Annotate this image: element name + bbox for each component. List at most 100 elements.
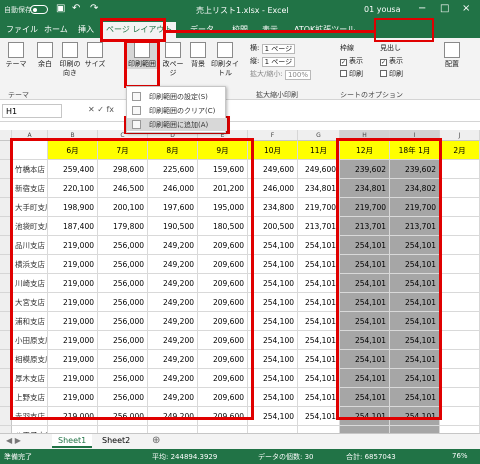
value-cell[interactable]: 254,100 [248,407,298,426]
value-cell[interactable]: 249,200 [148,407,198,426]
select-all-corner[interactable] [0,130,12,141]
value-cell[interactable]: 254,100 [248,293,298,312]
autosave-toggle[interactable] [30,5,48,14]
gridlines-print[interactable]: 印刷 [340,69,363,79]
store-name-cell[interactable]: 横浜支店 [12,255,48,274]
value-cell[interactable]: 256,000 [98,350,148,369]
table-cell[interactable] [12,141,48,160]
month-header[interactable]: 7月 [98,141,148,160]
value-cell[interactable]: 254,101 [298,293,340,312]
value-cell[interactable]: 254,101 [340,350,390,369]
column-header[interactable]: A [12,130,48,141]
value-cell[interactable]: 256,000 [98,369,148,388]
value-cell[interactable]: 219,000 [48,331,98,350]
month-header[interactable]: 10月 [248,141,298,160]
row-header[interactable] [0,198,12,217]
value-cell[interactable]: 220,100 [48,179,98,198]
value-cell[interactable]: 246,000 [248,179,298,198]
value-cell[interactable]: 209,600 [198,407,248,426]
checkbox-icon[interactable]: ✓ [380,59,387,66]
store-name-cell[interactable]: 大手町支店 [12,198,48,217]
value-cell[interactable]: 254,101 [298,369,340,388]
value-cell[interactable]: 254,100 [248,274,298,293]
value-cell[interactable] [440,369,480,388]
store-name-cell[interactable]: 厚木支店 [12,369,48,388]
value-cell[interactable]: 209,600 [198,236,248,255]
month-header[interactable]: 6月 [48,141,98,160]
checkbox-icon[interactable] [340,70,347,77]
value-cell[interactable]: 239,602 [340,160,390,179]
margins-button[interactable]: 余白 [34,42,56,69]
value-cell[interactable]: 249,600 [248,160,298,179]
tab-insert[interactable]: 挿入 [78,24,94,35]
value-cell[interactable] [440,160,480,179]
value-cell[interactable]: 219,000 [48,274,98,293]
value-cell[interactable]: 256,000 [98,236,148,255]
value-cell[interactable]: 187,400 [48,217,98,236]
store-name-cell[interactable]: 上野支店 [12,388,48,407]
row-header[interactable] [0,369,12,388]
value-cell[interactable]: 256,000 [98,274,148,293]
scroll-tabs-icon[interactable]: ◀ ▶ [6,436,21,445]
store-name-cell[interactable]: 新宿支店 [12,179,48,198]
value-cell[interactable]: 249,200 [148,388,198,407]
value-cell[interactable]: 213,701 [390,217,440,236]
row-header[interactable] [0,293,12,312]
value-cell[interactable]: 254,100 [248,331,298,350]
name-box[interactable]: H1 [2,104,62,118]
value-cell[interactable]: 209,600 [198,255,248,274]
value-cell[interactable]: 197,600 [148,198,198,217]
worksheet-grid[interactable]: A B C D E F G H I J 6月 7月 8月 9月 10月 11月 12月 18年 1月 2月 竹橋本店 2… [0,130,480,433]
row-header[interactable] [0,255,12,274]
value-cell[interactable]: 254,100 [248,369,298,388]
value-cell[interactable]: 254,101 [390,388,440,407]
scale-input[interactable]: 100% [284,70,311,80]
value-cell[interactable]: 219,000 [48,369,98,388]
value-cell[interactable]: 254,100 [248,388,298,407]
value-cell[interactable]: 209,600 [198,331,248,350]
value-cell[interactable]: 249,200 [148,274,198,293]
breaks-button[interactable]: 改ページ [160,42,186,78]
value-cell[interactable]: 254,101 [298,312,340,331]
value-cell[interactable] [298,426,340,433]
row-header[interactable] [0,217,12,236]
value-cell[interactable]: 219,000 [48,388,98,407]
menu-item-add-print-area[interactable]: 印刷範囲に追加(A) [127,118,227,131]
value-cell[interactable]: 209,600 [198,312,248,331]
value-cell[interactable]: 249,200 [148,236,198,255]
value-cell[interactable]: 249,200 [148,331,198,350]
value-cell[interactable] [440,312,480,331]
gridlines-view[interactable]: ✓ 表示 [340,56,363,66]
row-header[interactable] [0,331,12,350]
store-name-cell[interactable]: 池袋町支店 [12,217,48,236]
row-header[interactable] [0,426,12,433]
value-cell[interactable]: 254,101 [340,388,390,407]
arrange-button[interactable]: 配置 [440,42,464,69]
headings-view[interactable]: ✓ 表示 [380,56,403,66]
close-icon[interactable]: × [462,3,470,14]
row-header[interactable] [0,179,12,198]
height-select[interactable]: 1 ページ [261,57,296,67]
value-cell[interactable]: 195,000 [198,198,248,217]
width-select[interactable]: 1 ページ [261,44,296,54]
value-cell[interactable]: 254,101 [298,331,340,350]
row-header[interactable] [0,236,12,255]
value-cell[interactable]: 213,701 [298,217,340,236]
value-cell[interactable]: 239,602 [390,160,440,179]
value-cell[interactable]: 256,000 [98,255,148,274]
value-cell[interactable]: 219,000 [48,255,98,274]
value-cell[interactable]: 209,600 [198,274,248,293]
value-cell[interactable]: 254,101 [390,255,440,274]
add-sheet-icon[interactable]: ⊕ [152,435,160,446]
value-cell[interactable]: 159,600 [198,160,248,179]
value-cell[interactable]: 254,101 [390,236,440,255]
column-header[interactable]: G [298,130,340,141]
maximize-icon[interactable]: □ [440,3,449,14]
theme-button[interactable]: テーマ [4,42,28,69]
month-header[interactable]: 11月 [298,141,340,160]
value-cell[interactable]: 254,101 [390,312,440,331]
store-name-cell[interactable]: 竹橋本店 [12,160,48,179]
value-cell[interactable]: 219,000 [48,312,98,331]
value-cell[interactable]: 254,100 [248,255,298,274]
value-cell[interactable]: 209,600 [198,350,248,369]
